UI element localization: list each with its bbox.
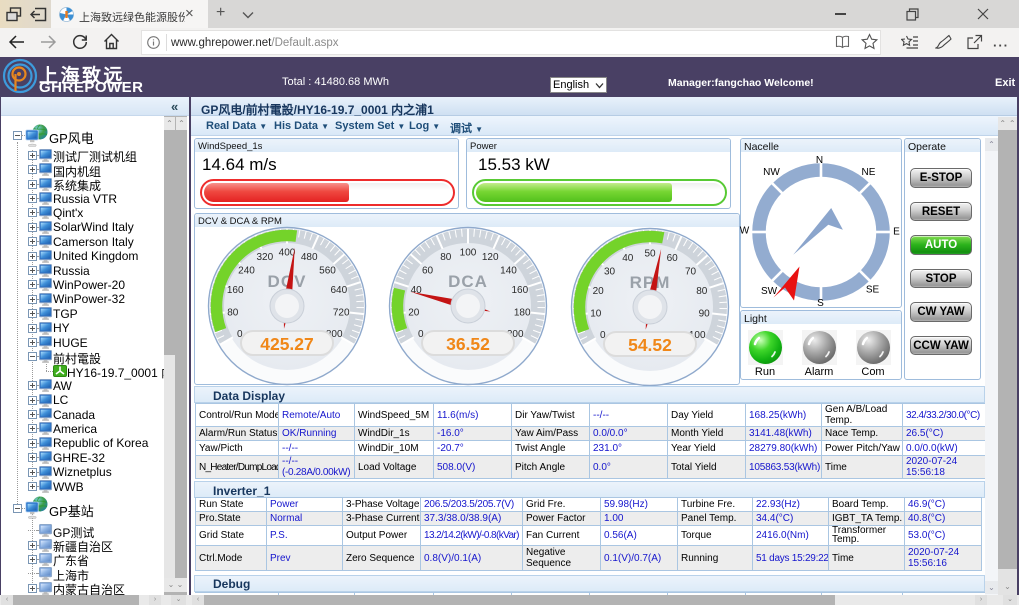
svg-text:640: 640 [330,285,347,296]
svg-text:NE: NE [861,167,875,178]
svg-text:240: 240 [238,266,255,277]
svg-text:10: 10 [590,309,602,320]
svg-text:N: N [815,155,822,166]
svg-text:560: 560 [319,266,336,277]
svg-text:160: 160 [511,285,528,296]
svg-text:140: 140 [500,265,517,276]
svg-text:30: 30 [603,267,615,278]
svg-text:320: 320 [256,252,273,263]
svg-text:425.27: 425.27 [260,334,314,354]
svg-text:54.52: 54.52 [628,335,672,355]
svg-text:RPM: RPM [629,273,670,292]
svg-text:20: 20 [408,307,420,318]
svg-text:36.52: 36.52 [446,334,490,354]
svg-text:60: 60 [666,253,678,264]
svg-text:E: E [893,226,900,237]
svg-text:SE: SE [865,284,879,295]
svg-text:50: 50 [644,249,656,260]
svg-text:720: 720 [332,308,349,319]
svg-text:40: 40 [622,253,634,264]
svg-text:NW: NW [763,167,780,178]
svg-text:480: 480 [300,252,317,263]
svg-text:80: 80 [696,286,708,297]
svg-text:120: 120 [481,252,498,263]
svg-text:W: W [739,225,749,236]
svg-text:SW: SW [760,286,777,297]
svg-text:90: 90 [698,309,710,320]
svg-text:80: 80 [227,308,239,319]
svg-text:70: 70 [684,267,696,278]
svg-text:180: 180 [513,307,530,318]
svg-text:20: 20 [592,286,604,297]
svg-text:160: 160 [226,285,243,296]
svg-text:100: 100 [459,247,476,258]
svg-text:60: 60 [421,265,433,276]
svg-text:S: S [817,298,824,309]
svg-text:DCA: DCA [448,272,488,291]
svg-text:80: 80 [440,252,452,263]
